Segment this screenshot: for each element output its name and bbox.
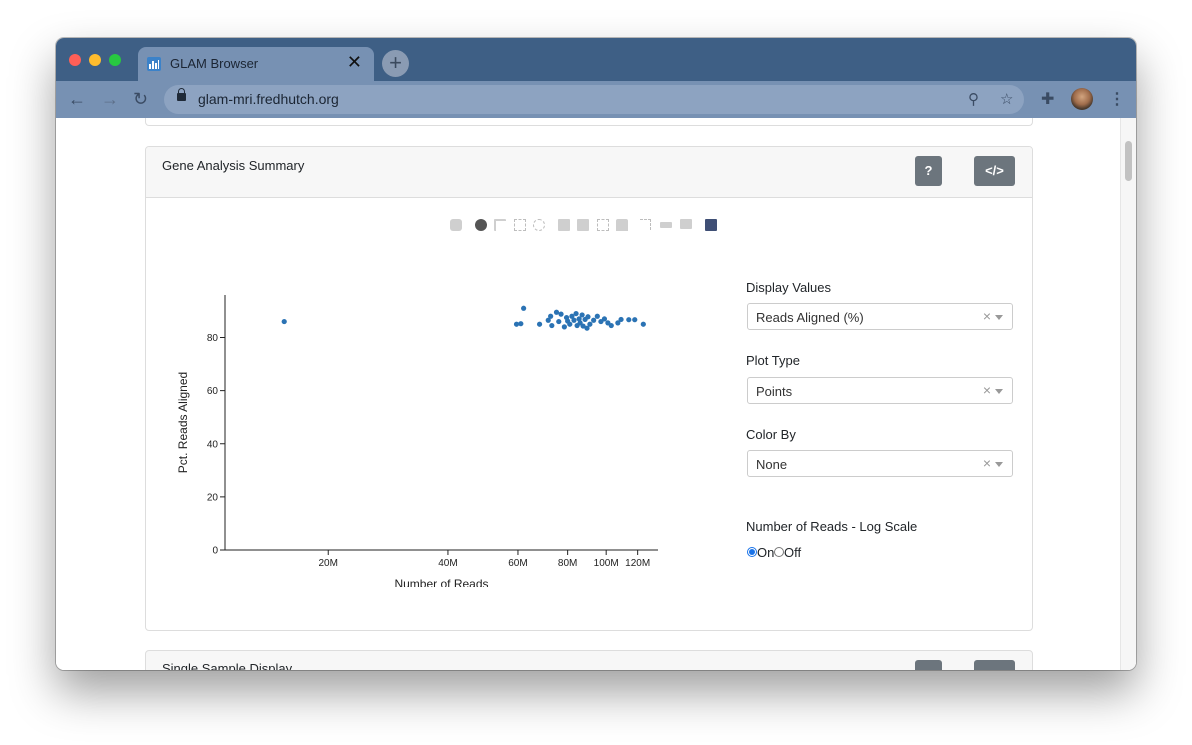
gene-analysis-card: Gene Analysis Summary ? </> 0 20 40 60 8…	[145, 146, 1033, 631]
minimize-window-button[interactable]	[89, 54, 101, 66]
display-values-label: Display Values	[746, 280, 832, 295]
close-window-button[interactable]	[69, 54, 81, 66]
reload-icon[interactable]: ↻	[133, 89, 148, 110]
data-point	[553, 309, 560, 315]
y-tick-label: 0	[212, 546, 218, 557]
browser-toolbar: ← → ↻ glam-mri.fredhutch.org ⚲ ☆ ✚ ⋮	[56, 81, 1136, 118]
points-layer	[281, 305, 646, 331]
data-point	[585, 314, 591, 320]
tab-title: GLAM Browser	[170, 56, 259, 71]
single-sample-title: Single Sample Display	[162, 661, 293, 670]
data-point	[618, 316, 624, 323]
plot-type-select[interactable]: Points ×	[747, 377, 1013, 404]
x-tick-label: 80M	[558, 558, 577, 569]
tab-close-icon[interactable]: ✕	[347, 53, 362, 71]
maximize-window-button[interactable]	[109, 54, 121, 66]
data-point	[587, 321, 593, 327]
tab-bar: GLAM Browser ✕ +	[56, 38, 1136, 81]
help-button[interactable]	[915, 660, 942, 670]
page-viewport: Gene Analysis Summary ? </> 0 20 40 60 8…	[56, 118, 1136, 670]
profile-avatar[interactable]	[1071, 88, 1093, 110]
show-code-button[interactable]: </>	[974, 156, 1015, 186]
menu-kebab-icon[interactable]: ⋮	[1109, 89, 1125, 109]
x-tick-label: 60M	[508, 558, 527, 569]
browser-window: GLAM Browser ✕ + ← → ↻ glam-mri.fredhutc…	[56, 38, 1136, 670]
data-point	[594, 313, 600, 319]
data-point	[591, 317, 597, 323]
glam-favicon-icon	[147, 57, 161, 71]
x-axis-title: Number of Reads	[394, 577, 488, 587]
log-scale-label: Number of Reads - Log Scale	[746, 519, 918, 534]
data-point	[640, 321, 646, 327]
plot-type-value: Points	[756, 384, 793, 399]
data-point	[601, 316, 608, 322]
data-point	[521, 305, 527, 311]
data-point	[567, 321, 573, 327]
x-tick-label: 40M	[438, 558, 457, 569]
y-tick-label: 40	[207, 439, 219, 450]
extensions-icon[interactable]: ✚	[1041, 89, 1054, 109]
forward-arrow-icon[interactable]: →	[101, 89, 119, 110]
single-sample-card: Single Sample Display	[145, 650, 1033, 670]
back-arrow-icon[interactable]: ←	[68, 89, 86, 110]
data-point	[573, 310, 579, 317]
scatter-plot[interactable]: 0 20 40 60 80 20M 40M 60M 80M 100M 120M Number of R…	[146, 147, 746, 587]
scrollbar-thumb[interactable]	[1125, 141, 1132, 181]
display-values-value: Reads Aligned (%)	[756, 310, 864, 325]
chevron-down-icon[interactable]	[995, 389, 1003, 394]
y-tick-label: 20	[207, 492, 219, 503]
zoom-icon[interactable]: ⚲	[968, 90, 979, 108]
clear-icon[interactable]: ×	[983, 308, 991, 324]
data-point	[518, 321, 524, 327]
color-by-select[interactable]: None ×	[747, 450, 1013, 477]
data-point	[548, 313, 554, 319]
x-tick-label: 120M	[625, 558, 650, 569]
data-point	[536, 321, 543, 327]
x-tick-label: 20M	[319, 558, 338, 569]
previous-card-edge	[145, 118, 1033, 126]
y-tick-label: 80	[207, 333, 219, 344]
chevron-down-icon[interactable]	[995, 462, 1003, 467]
y-tick-label: 60	[207, 386, 219, 397]
address-bar[interactable]: glam-mri.fredhutch.org ⚲ ☆	[164, 85, 1024, 114]
log-scale-on-label[interactable]: On	[757, 545, 774, 560]
page-scrollbar[interactable]	[1120, 118, 1136, 670]
data-point	[608, 322, 614, 329]
axes-layer: 0 20 40 60 80 20M 40M 60M 80M 100M 120M Number of R…	[176, 295, 658, 587]
lock-icon	[177, 88, 186, 101]
color-by-label: Color By	[746, 427, 796, 442]
data-point	[558, 311, 564, 317]
log-scale-off-label[interactable]: Off	[784, 545, 801, 560]
data-point	[561, 324, 567, 330]
y-axis-title: Pct. Reads Aligned	[176, 372, 190, 473]
data-point	[571, 317, 577, 323]
clear-icon[interactable]: ×	[983, 455, 991, 471]
bookmark-star-icon[interactable]: ☆	[1000, 90, 1013, 108]
log-scale-on-radio[interactable]	[747, 547, 757, 557]
color-by-value: None	[756, 457, 788, 472]
show-code-button[interactable]	[974, 660, 1015, 670]
log-scale-off-radio[interactable]	[774, 547, 784, 557]
data-point	[579, 312, 585, 318]
plot-type-label: Plot Type	[746, 353, 800, 368]
browser-tab[interactable]: GLAM Browser ✕	[138, 47, 374, 81]
data-point	[556, 318, 562, 325]
data-point	[281, 318, 287, 325]
help-button[interactable]: ?	[915, 156, 942, 186]
chevron-down-icon[interactable]	[995, 315, 1003, 320]
x-tick-label: 100M	[594, 558, 619, 569]
new-tab-button[interactable]: +	[382, 50, 409, 77]
data-point	[632, 317, 638, 323]
data-point	[626, 317, 632, 323]
clear-icon[interactable]: ×	[983, 382, 991, 398]
data-point	[549, 322, 555, 329]
url-text: glam-mri.fredhutch.org	[198, 91, 339, 107]
display-values-select[interactable]: Reads Aligned (%) ×	[747, 303, 1013, 330]
